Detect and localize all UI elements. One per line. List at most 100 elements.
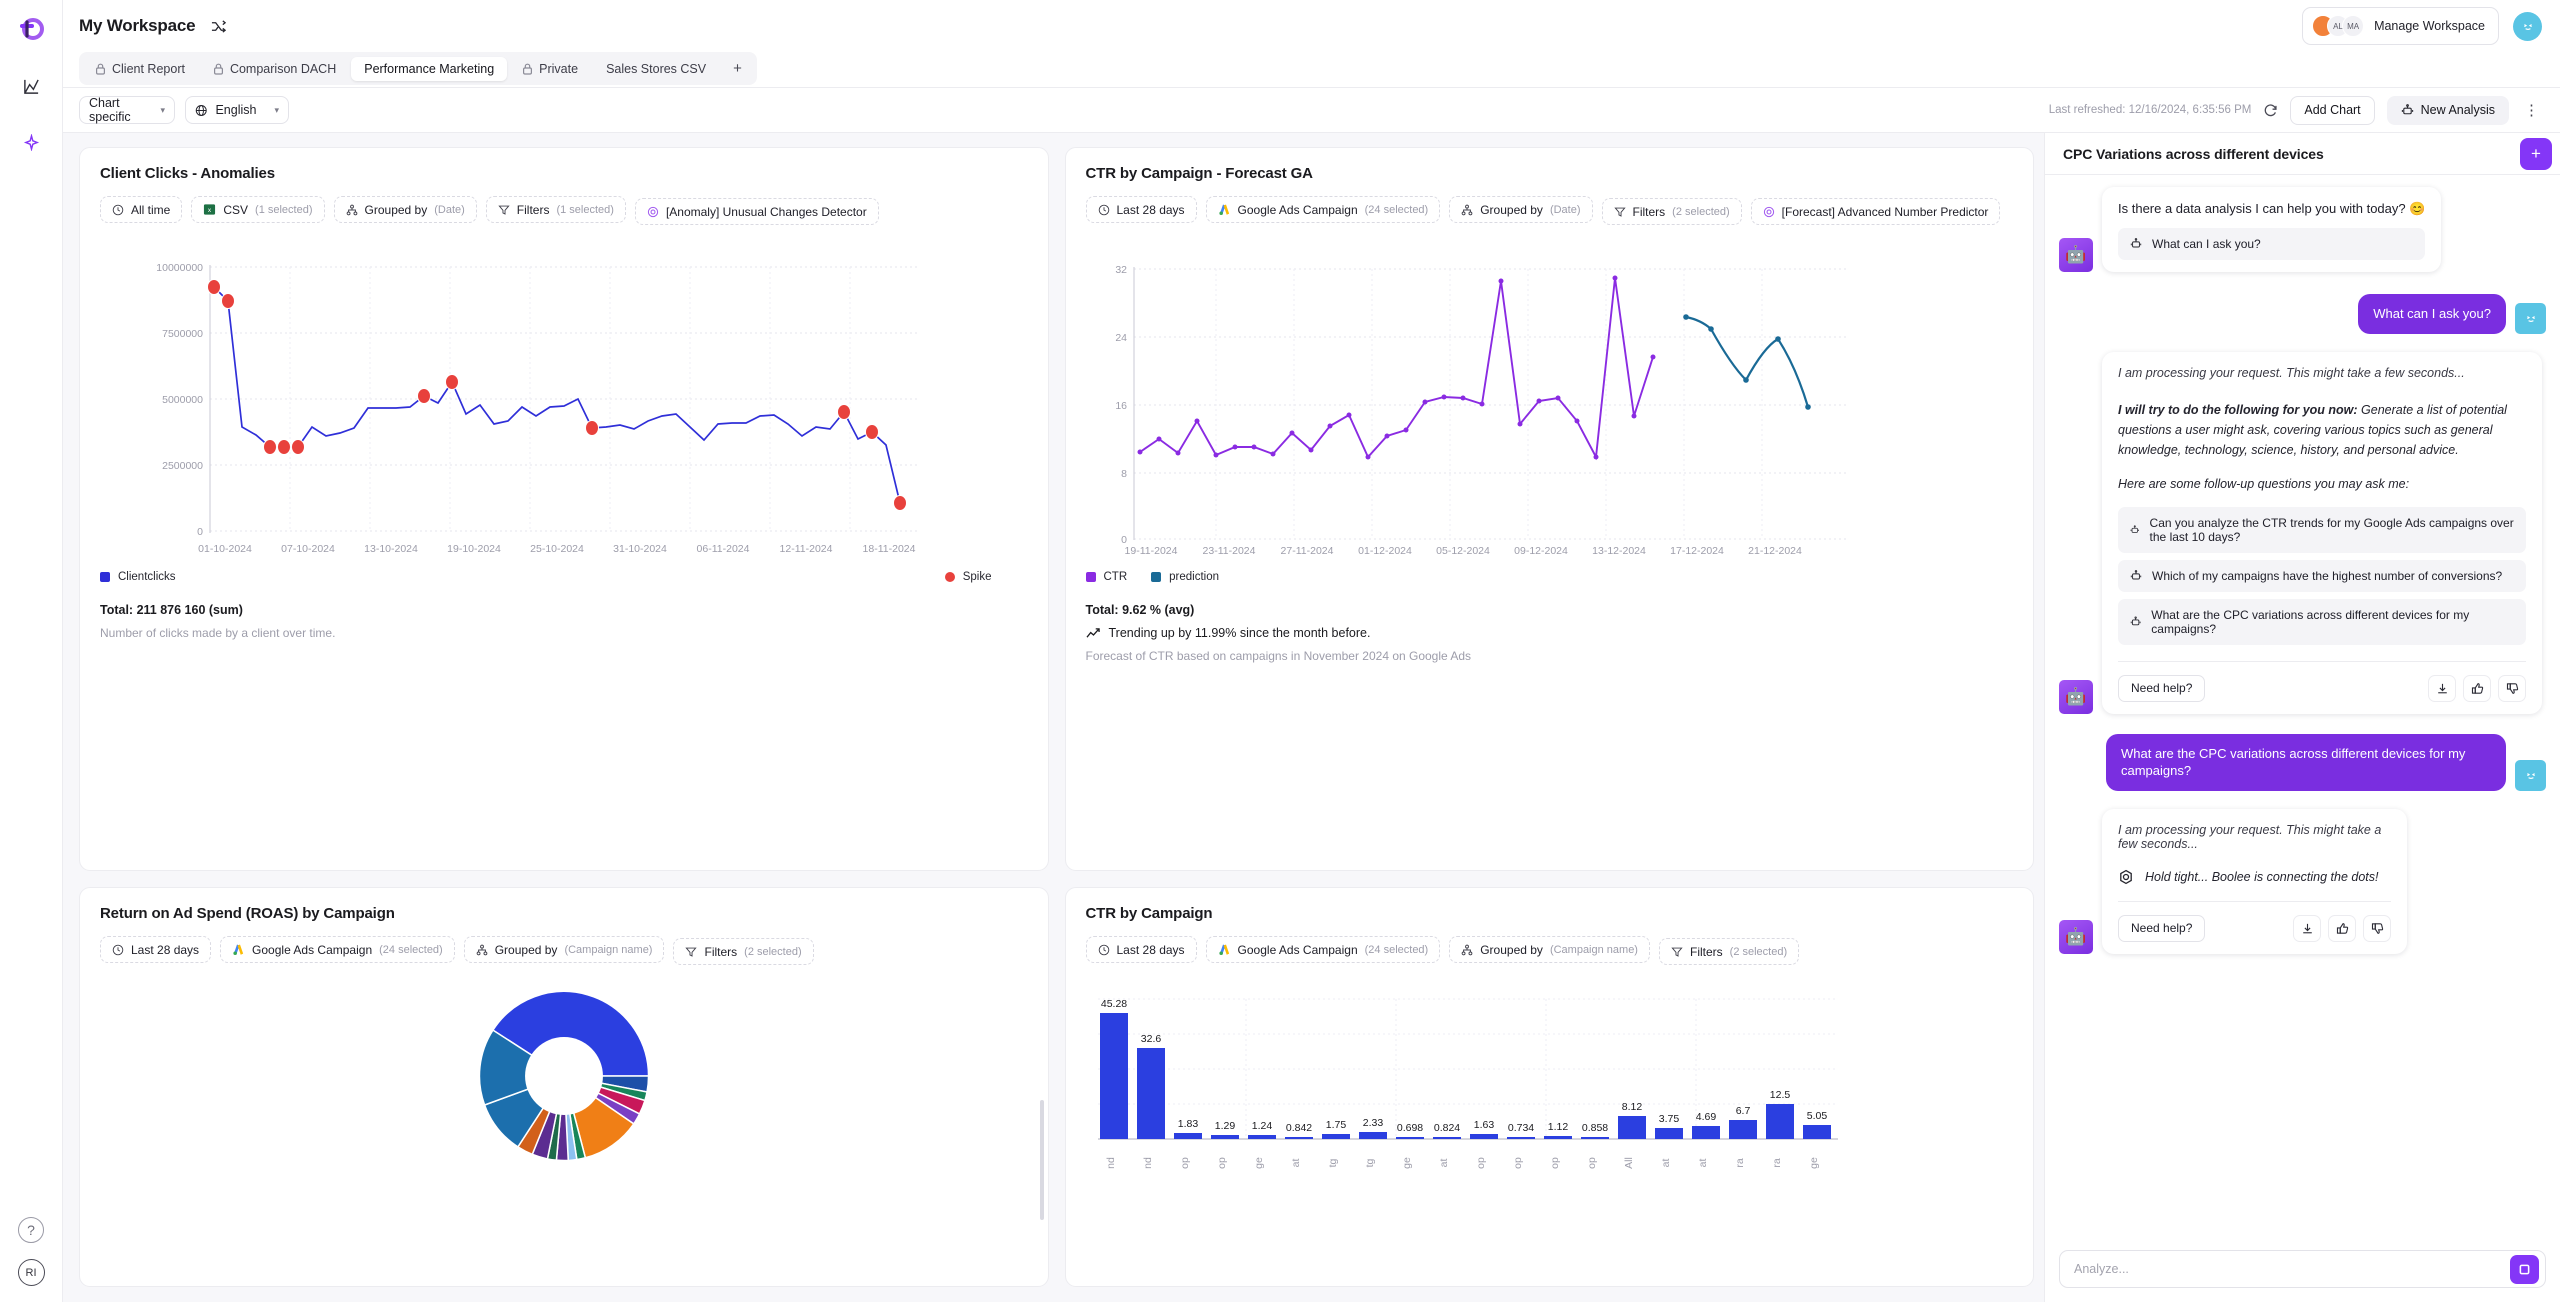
legend-label: CTR (1104, 571, 1128, 583)
svg-text:6.7: 6.7 (1735, 1105, 1750, 1117)
bot-bubble: Is there a data analysis I can help you … (2102, 187, 2441, 272)
chip-last-28-days[interactable]: Last 28 days (100, 936, 211, 963)
svg-text:1.75: 1.75 (1325, 1119, 1346, 1131)
sparkle-icon[interactable] (12, 123, 50, 161)
robot-icon (2130, 524, 2140, 536)
suggestion-chip-1[interactable]: Can you analyze the CTR trends for my Go… (2118, 507, 2526, 553)
globe-icon (195, 104, 207, 117)
chip-label: Filters (1633, 205, 1666, 219)
chip-all-time[interactable]: All time (100, 196, 182, 223)
chip-forecast-predictor[interactable]: [Forecast] Advanced Number Predictor (1751, 198, 2001, 225)
user-avatar[interactable] (2513, 12, 2542, 41)
chip-anomaly-detector[interactable]: [Anomaly] Unusual Changes Detector (635, 198, 879, 225)
chip-meta: (Campaign name) (564, 944, 652, 956)
chip-grouped-by[interactable]: Grouped by (Campaign name) (464, 936, 665, 963)
tab-private[interactable]: Private (509, 57, 591, 81)
shuffle-icon[interactable] (211, 19, 226, 34)
svg-text:18-11-2024: 18-11-2024 (863, 543, 916, 555)
message-user-1: What can I ask you? (2059, 294, 2546, 334)
refresh-icon[interactable] (2263, 103, 2278, 118)
tab-sales-stores-csv[interactable]: Sales Stores CSV (593, 57, 719, 81)
chip-last-28-days[interactable]: Last 28 days (1086, 936, 1197, 963)
filter-bar-right: Last refreshed: 12/16/2024, 6:35:56 PM A… (2049, 96, 2542, 125)
svg-text:op: op (1549, 1157, 1561, 1169)
tab-comparison-dach[interactable]: Comparison DACH (200, 57, 349, 81)
chip-google-ads[interactable]: Google Ads Campaign (24 selected) (1206, 196, 1441, 223)
analyze-input[interactable] (2074, 1262, 2500, 1276)
chip-filters[interactable]: Filters (2 selected) (673, 938, 813, 965)
client-clicks-line-chart: 10000000 7500000 5000000 2500000 0 (100, 247, 1028, 583)
need-help-button[interactable]: Need help? (2118, 675, 2205, 702)
tab-bar: Client Report Comparison DACH Performanc… (63, 52, 2560, 88)
analytics-icon[interactable] (12, 67, 50, 105)
chip-last-28-days[interactable]: Last 28 days (1086, 196, 1197, 223)
y-tick: 10000000 (156, 262, 203, 274)
group-icon (1461, 944, 1473, 956)
bar (1137, 1048, 1165, 1139)
legend-clientclicks[interactable]: Clientclicks (100, 571, 176, 583)
avatar[interactable]: RI (18, 1259, 45, 1286)
svg-text:0.858: 0.858 (1581, 1122, 1607, 1134)
more-vertical-icon[interactable]: ⋮ (2521, 103, 2542, 118)
anomaly-marker (586, 421, 599, 436)
svg-text:8.12: 8.12 (1621, 1101, 1642, 1113)
suggestion-chip[interactable]: What can I ask you? (2118, 228, 2425, 260)
need-help-button[interactable]: Need help? (2118, 915, 2205, 942)
group-icon (1461, 204, 1473, 216)
svg-text:op: op (1475, 1157, 1487, 1169)
svg-text:op: op (1586, 1157, 1598, 1169)
bar (1729, 1120, 1757, 1139)
thumbs-up-icon[interactable] (2328, 915, 2356, 942)
chip-meta: (Date) (434, 204, 465, 216)
chip-google-ads[interactable]: Google Ads Campaign (24 selected) (220, 936, 455, 963)
chip-filters[interactable]: Filters (2 selected) (1659, 938, 1799, 965)
chip-filters[interactable]: Filters (2 selected) (1602, 198, 1742, 225)
chip-csv[interactable]: x CSV (1 selected) (191, 196, 324, 223)
thumbs-up-icon[interactable] (2463, 675, 2491, 702)
x-ticks: 19-11-202423-11-2024 27-11-202401-12-202… (1124, 545, 1801, 557)
manage-workspace-label: Manage Workspace (2374, 19, 2485, 33)
card-chips: All time x CSV (1 selected) Grouped by (… (100, 196, 1028, 225)
svg-text:1.83: 1.83 (1177, 1118, 1198, 1130)
thumbs-down-icon[interactable] (2363, 915, 2391, 942)
chip-grouped-by[interactable]: Grouped by (Campaign name) (1449, 936, 1650, 963)
download-icon[interactable] (2428, 675, 2456, 702)
new-chat-button[interactable]: + (2520, 138, 2552, 170)
card-chips: Last 28 days Google Ads Campaign (24 sel… (1086, 196, 2014, 225)
svg-text:05-12-2024: 05-12-2024 (1436, 545, 1490, 557)
new-analysis-button[interactable]: New Analysis (2387, 96, 2509, 125)
tab-performance-marketing[interactable]: Performance Marketing (351, 57, 507, 81)
y-tick: 7500000 (162, 328, 203, 340)
tab-client-report[interactable]: Client Report (82, 57, 198, 81)
thumbs-down-icon[interactable] (2498, 675, 2526, 702)
add-tab-button[interactable]: + (721, 55, 754, 82)
chip-grouped-by[interactable]: Grouped by (Date) (334, 196, 477, 223)
legend-swatch (1151, 572, 1161, 582)
svg-text:0.698: 0.698 (1396, 1122, 1422, 1134)
legend-spike[interactable]: Spike (945, 571, 992, 583)
scrollbar-thumb[interactable] (1040, 1100, 1044, 1220)
add-chart-button[interactable]: Add Chart (2290, 96, 2374, 125)
chart-scope-select[interactable]: Chart specific ▾ (79, 96, 175, 124)
bar (1507, 1137, 1535, 1139)
chart-legend: CTR prediction (1086, 571, 2014, 583)
legend-prediction[interactable]: prediction (1151, 571, 1219, 583)
download-icon[interactable] (2293, 915, 2321, 942)
language-select[interactable]: English ▾ (185, 96, 289, 124)
chip-label: All time (131, 203, 170, 217)
boolee-logo-icon[interactable] (11, 9, 51, 49)
chip-grouped-by[interactable]: Grouped by (Date) (1449, 196, 1592, 223)
chip-google-ads[interactable]: Google Ads Campaign (24 selected) (1206, 936, 1441, 963)
legend-label: prediction (1169, 571, 1219, 583)
help-button[interactable]: ? (18, 1217, 44, 1243)
chevron-down-icon: ▾ (264, 105, 279, 116)
rail-bottom: ? RI (18, 1217, 45, 1302)
legend-ctr[interactable]: CTR (1086, 571, 1128, 583)
suggestion-chip-3[interactable]: What are the CPC variations across diffe… (2118, 599, 2526, 645)
chip-meta: (1 selected) (255, 204, 312, 216)
suggestion-chip-2[interactable]: Which of my campaigns have the highest n… (2118, 560, 2526, 592)
manage-workspace-button[interactable]: AL MA Manage Workspace (2302, 7, 2499, 45)
anomaly-marker (866, 425, 879, 440)
chip-filters[interactable]: Filters (1 selected) (486, 196, 626, 223)
stop-icon[interactable] (2510, 1255, 2539, 1284)
